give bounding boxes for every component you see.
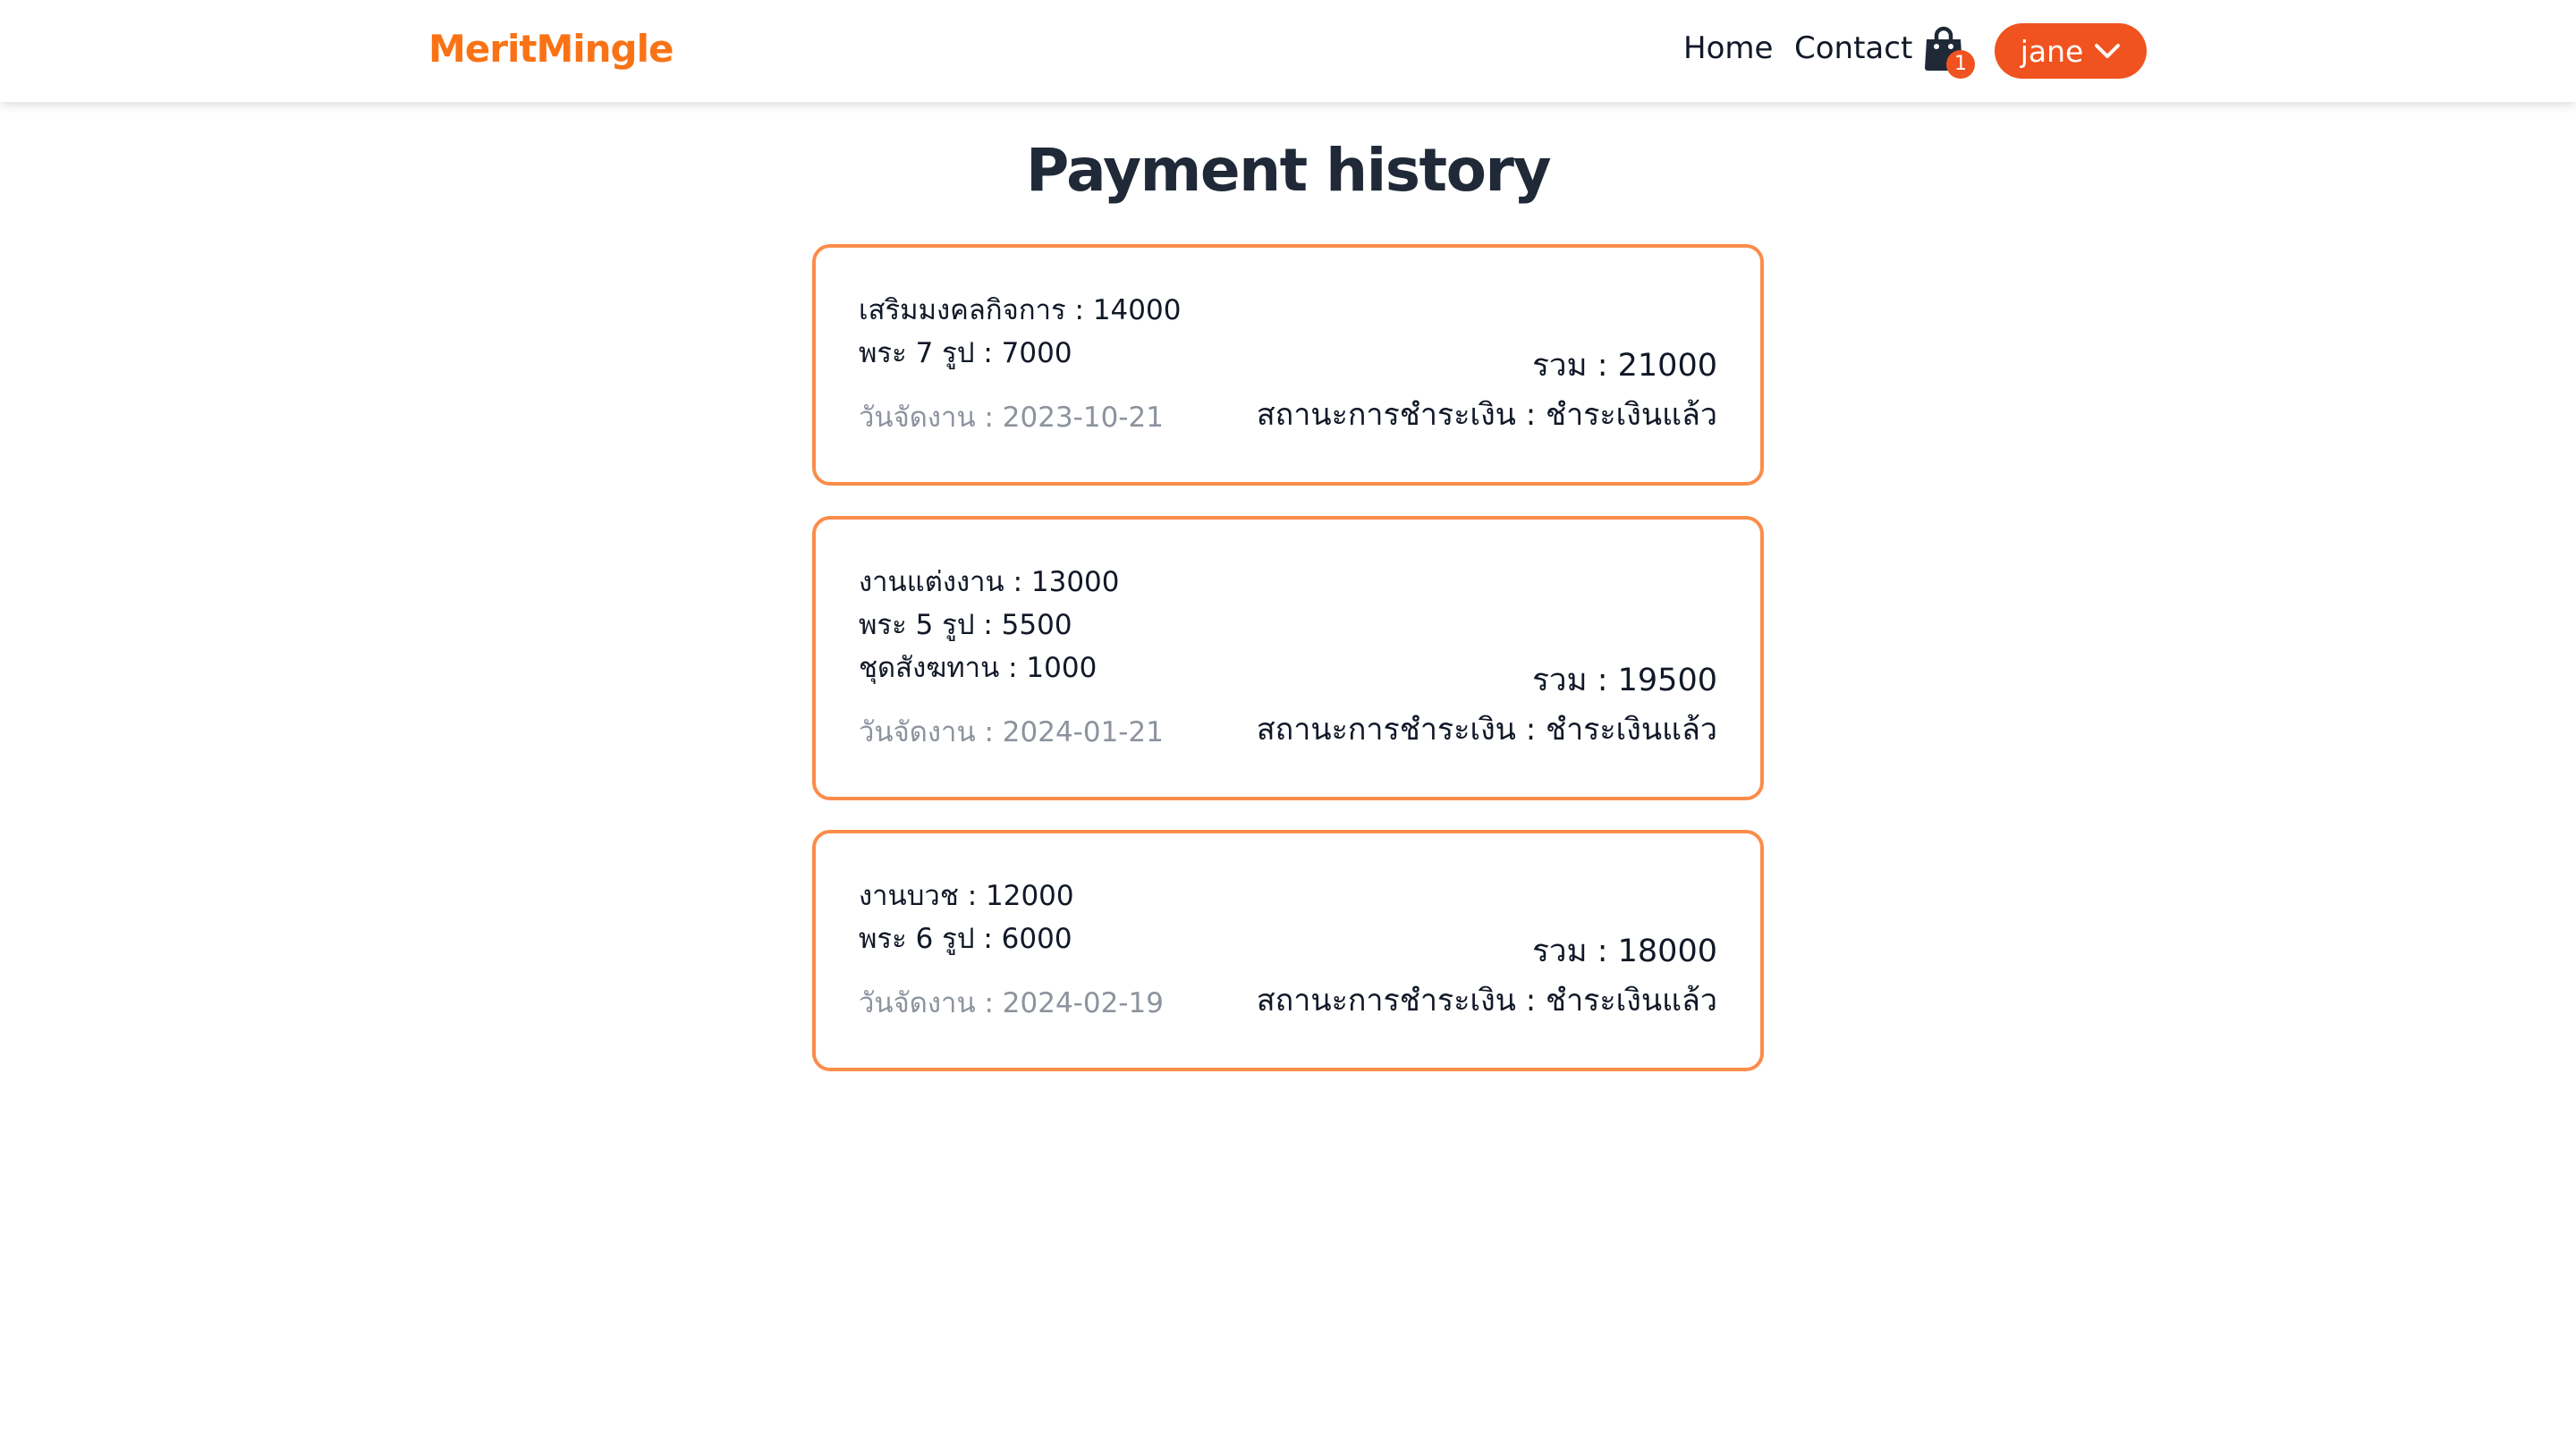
brand-logo[interactable]: MeritMingle — [428, 27, 674, 71]
navbar: MeritMingle Home Contact 1 jane — [0, 0, 2576, 102]
event-date: วันจัดงาน : 2024-02-19 — [859, 987, 1164, 1019]
user-menu-button[interactable]: jane — [1995, 23, 2147, 79]
payment-items: เสริมมงคลกิจการ : 14000 พระ 7 รูป : 7000 — [859, 289, 1181, 375]
payment-item: ชุดสังฆทาน : 1000 — [859, 652, 1097, 684]
chevron-down-icon — [2095, 44, 2121, 58]
page-title: Payment history — [1025, 136, 1552, 205]
cart-button[interactable]: 1 — [1923, 25, 1975, 80]
payment-item: งานบวช : 12000 — [859, 880, 1074, 912]
payment-item: งานแต่งงาน : 13000 — [859, 566, 1120, 598]
payment-items: งานบวช : 12000 พระ 6 รูป : 6000 — [859, 875, 1074, 960]
payment-card: งานแต่งงาน : 13000 พระ 5 รูป : 5500 ชุดส… — [812, 516, 1764, 800]
nav-link-home[interactable]: Home — [1683, 30, 1773, 66]
payment-total: รวม : 19500 — [1532, 663, 1717, 698]
payment-summary: รวม : 19500 สถานะการชำระเงิน : ชำระเงินแ… — [1257, 655, 1717, 754]
payment-summary: รวม : 18000 สถานะการชำระเงิน : ชำระเงินแ… — [1257, 926, 1717, 1025]
payment-card: เสริมมงคลกิจการ : 14000 พระ 7 รูป : 7000… — [812, 244, 1764, 486]
payment-status: สถานะการชำระเงิน : ชำระเงินแล้ว — [1256, 397, 1717, 433]
payment-total: รวม : 18000 — [1532, 934, 1717, 969]
payment-card: งานบวช : 12000 พระ 6 รูป : 6000 วันจัดงา… — [812, 830, 1764, 1071]
payment-items: งานแต่งงาน : 13000 พระ 5 รูป : 5500 ชุดส… — [859, 561, 1120, 689]
event-date: วันจัดงาน : 2024-01-21 — [859, 716, 1164, 748]
payment-summary: รวม : 21000 สถานะการชำระเงิน : ชำระเงินแ… — [1257, 341, 1717, 439]
payment-item: พระ 7 รูป : 7000 — [859, 337, 1072, 369]
payment-total: รวม : 21000 — [1532, 348, 1717, 384]
cart-count-badge: 1 — [1946, 50, 1975, 79]
payment-item: พระ 6 รูป : 6000 — [859, 923, 1072, 955]
user-name: jane — [2020, 33, 2084, 69]
payment-status: สถานะการชำระเงิน : ชำระเงินแล้ว — [1256, 712, 1717, 748]
payment-status: สถานะการชำระเงิน : ชำระเงินแล้ว — [1256, 983, 1717, 1019]
payment-item: พระ 5 รูป : 5500 — [859, 609, 1072, 641]
nav-link-contact[interactable]: Contact — [1794, 30, 1912, 66]
event-date: วันจัดงาน : 2023-10-21 — [859, 402, 1164, 434]
payment-item: เสริมมงคลกิจการ : 14000 — [859, 294, 1182, 326]
